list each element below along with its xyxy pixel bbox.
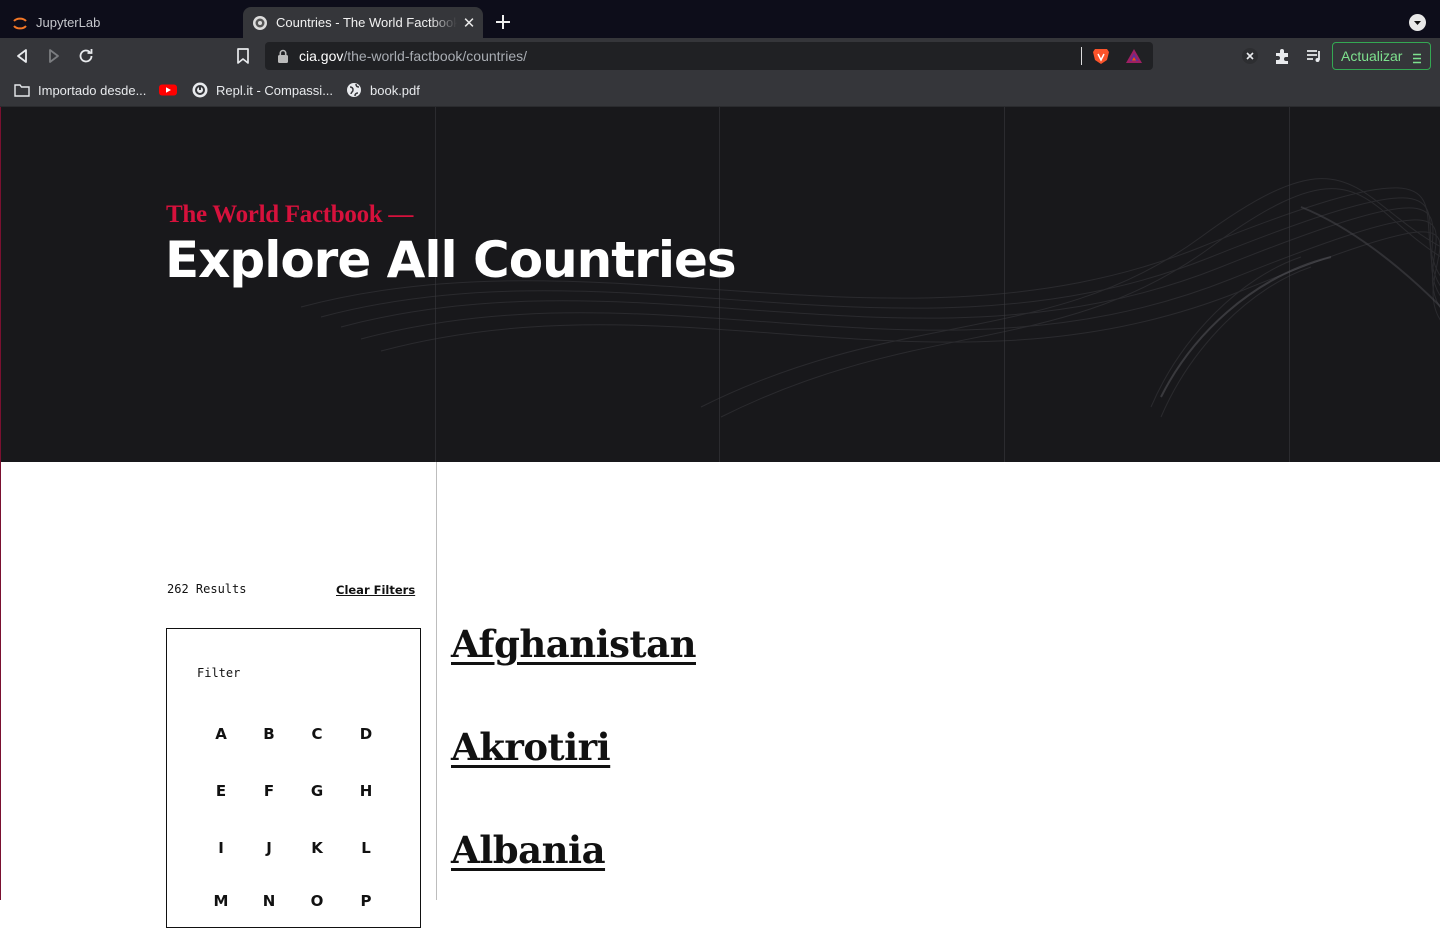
menu-icon	[1412, 51, 1422, 64]
filter-letter-d[interactable]: D	[351, 725, 381, 743]
hero-eyebrow: The World Factbook —	[166, 201, 414, 228]
extensions-icon[interactable]	[1273, 47, 1291, 65]
filter-letter-g[interactable]: G	[302, 782, 332, 800]
tab-title: Countries - The World Factbook	[276, 15, 457, 30]
page-title: Explore All Countries	[165, 231, 737, 289]
lock-icon[interactable]	[277, 49, 289, 63]
filter-letter-f[interactable]: F	[254, 782, 284, 800]
results-count: 262 Results	[167, 582, 247, 596]
bookmark-label: Repl.it - Compassi...	[216, 82, 334, 98]
filter-letter-l[interactable]: L	[351, 839, 381, 857]
globe-icon	[346, 82, 362, 98]
jupyter-icon	[12, 15, 28, 31]
filter-letter-a[interactable]: A	[206, 725, 236, 743]
filter-letter-p[interactable]: P	[351, 892, 381, 910]
bookmark-folder-imported[interactable]: Importado desde...	[14, 81, 146, 99]
update-button[interactable]: Actualizar	[1332, 42, 1431, 70]
tab-jupyterlab[interactable]: JupyterLab	[0, 7, 240, 38]
filter-letter-j[interactable]: J	[254, 839, 284, 857]
clear-filters-link[interactable]: Clear Filters	[336, 583, 415, 597]
filter-letter-c[interactable]: C	[302, 725, 332, 743]
bookmarks-bar: Importado desde... Repl.it - Compassi...…	[0, 74, 1440, 107]
countries-content: 262 Results Clear Filters Filter A B C D…	[0, 462, 1440, 928]
url-path: /the-world-factbook/countries/	[343, 48, 527, 64]
tab-search-icon[interactable]	[1409, 14, 1426, 31]
extension-x-icon[interactable]	[1241, 47, 1259, 65]
address-bar[interactable]: cia.gov/the-world-factbook/countries/	[265, 42, 1153, 70]
filter-label: Filter	[197, 666, 241, 680]
folder-icon	[14, 82, 30, 98]
replit-icon	[192, 82, 208, 98]
bookmark-label: book.pdf	[370, 82, 420, 98]
tab-strip: JupyterLab Countries - The World Factboo…	[0, 0, 1440, 38]
update-button-label: Actualizar	[1341, 48, 1403, 64]
bookmark-replit[interactable]: Repl.it - Compassi...	[192, 81, 333, 99]
letter-filter-panel: Filter A B C D E F G H I J K L M N O P	[166, 628, 421, 928]
new-tab-icon[interactable]	[493, 12, 513, 32]
filter-letter-h[interactable]: H	[351, 782, 381, 800]
filter-letter-b[interactable]: B	[254, 725, 284, 743]
browser-toolbar: cia.gov/the-world-factbook/countries/ Ac…	[0, 38, 1440, 74]
forward-icon[interactable]	[44, 46, 64, 66]
playlist-icon[interactable]	[1305, 47, 1323, 65]
url-host: cia.gov	[299, 48, 344, 64]
filter-letter-i[interactable]: I	[206, 839, 236, 857]
filter-letter-n[interactable]: N	[254, 892, 284, 910]
back-icon[interactable]	[12, 46, 32, 66]
filter-letter-k[interactable]: K	[302, 839, 332, 857]
hero-banner: The World Factbook — Explore All Countri…	[0, 107, 1440, 462]
bookmark-book-pdf[interactable]: book.pdf	[346, 81, 420, 99]
bat-rewards-icon[interactable]	[1125, 48, 1143, 64]
country-link-albania[interactable]: Albania	[451, 828, 606, 872]
country-link-akrotiri[interactable]: Akrotiri	[451, 725, 611, 769]
divider	[436, 462, 437, 900]
close-tab-icon[interactable]: ✕	[461, 14, 477, 32]
divider	[1081, 47, 1082, 65]
brave-shield-icon[interactable]	[1091, 47, 1111, 65]
tab-world-factbook[interactable]: Countries - The World Factbook ✕	[243, 7, 483, 38]
reload-icon[interactable]	[76, 46, 96, 66]
bookmark-label: Importado desde...	[38, 82, 147, 98]
cia-seal-icon	[252, 15, 268, 31]
filter-letter-m[interactable]: M	[206, 892, 236, 910]
country-link-afghanistan[interactable]: Afghanistan	[451, 622, 696, 666]
url-text: cia.gov/the-world-factbook/countries/	[299, 48, 527, 64]
filter-letter-e[interactable]: E	[206, 782, 236, 800]
filter-letter-o[interactable]: O	[302, 892, 332, 910]
bookmark-icon[interactable]	[233, 46, 253, 66]
youtube-icon	[159, 82, 177, 98]
tab-title: JupyterLab	[36, 15, 101, 30]
bookmark-youtube[interactable]	[159, 81, 177, 99]
